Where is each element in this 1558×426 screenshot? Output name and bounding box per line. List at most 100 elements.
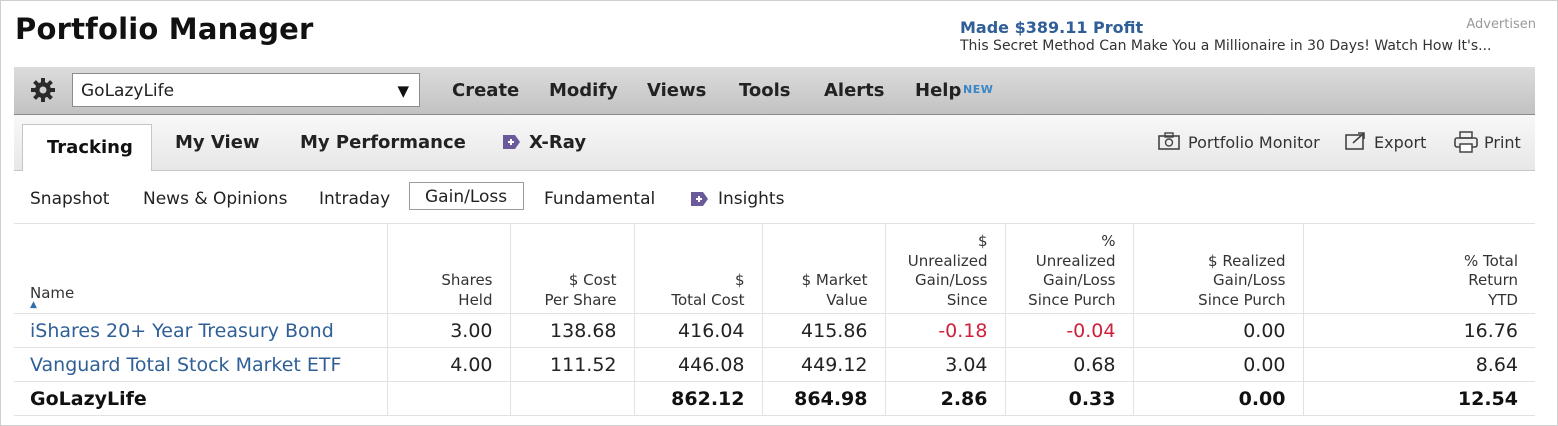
col-header-market-value[interactable]: $ Market Value: [761, 223, 886, 314]
table-cell: 12.54: [1302, 381, 1535, 416]
print-icon: [1454, 131, 1478, 153]
table-cell: 111.52: [509, 347, 635, 382]
table-header-row: Name ▲ Shares Held $ Cost Per Share $ To…: [14, 223, 1535, 314]
col-header-line: Since: [946, 290, 988, 309]
export-link[interactable]: Export: [1374, 133, 1426, 152]
portfolio-monitor-link[interactable]: Portfolio Monitor: [1188, 133, 1320, 152]
menu-alerts[interactable]: Alerts: [824, 80, 885, 101]
table-cell: 0.00: [1132, 347, 1304, 382]
holdings-table: Name ▲ Shares Held $ Cost Per Share $ To…: [14, 223, 1535, 416]
table-cell: 0.68: [1004, 347, 1134, 382]
ad-headline-link[interactable]: Made $389.11 Profit: [960, 18, 1143, 37]
table-cell: 3.04: [884, 347, 1006, 382]
subtab-snapshot[interactable]: Snapshot: [30, 189, 109, 209]
portfolio-select[interactable]: GoLazyLife ▼: [72, 73, 420, 107]
col-header-line: Per Share: [544, 290, 617, 309]
view-subtabs: Snapshot News & Opinions Intraday Gain/L…: [14, 171, 1535, 223]
table-cell: 0.00: [1132, 313, 1304, 348]
col-header-line: %: [1101, 232, 1116, 250]
gear-icon[interactable]: [30, 77, 56, 103]
table-total-row: GoLazyLife 862.12 864.98 2.86 0.33 0.00 …: [14, 381, 1535, 416]
table-cell: 16.76: [1302, 313, 1535, 348]
table-cell: 0.00: [1132, 381, 1304, 416]
print-link[interactable]: Print: [1484, 133, 1521, 152]
export-icon: [1345, 132, 1365, 150]
tab-my-view[interactable]: My View: [175, 132, 260, 153]
table-cell: -0.04: [1004, 313, 1134, 348]
table-cell: 2.86: [884, 381, 1006, 416]
col-header-line: Gain/Loss: [1043, 271, 1116, 289]
tab-tracking-label: Tracking: [47, 137, 133, 158]
table-cell: 864.98: [761, 381, 886, 416]
page-title: Portfolio Manager: [15, 12, 314, 46]
table-row: Vanguard Total Stock Market ETF 4.00 111…: [14, 347, 1535, 382]
table-row: iShares 20+ Year Treasury Bond 3.00 138.…: [14, 313, 1535, 348]
col-header-line: Gain/Loss: [915, 271, 988, 289]
subtab-fundamental[interactable]: Fundamental: [544, 189, 655, 209]
col-header-line: $ Cost: [568, 271, 617, 289]
col-header-line: Since Purch: [1028, 290, 1116, 309]
table-cell: 138.68: [509, 313, 635, 348]
menu-bar: GoLazyLife ▼ Create Modify Views Tools A…: [14, 67, 1535, 115]
menu-views[interactable]: Views: [647, 80, 706, 101]
col-header-cost-per-share[interactable]: $ Cost Per Share: [509, 223, 635, 314]
col-header-line: $: [734, 271, 745, 289]
table-cell: 8.64: [1302, 347, 1535, 382]
menu-tools[interactable]: Tools: [739, 80, 791, 101]
ad-label: Advertisen: [1466, 17, 1536, 32]
subtab-intraday[interactable]: Intraday: [319, 189, 390, 209]
subtab-insights[interactable]: Insights: [718, 189, 784, 209]
table-cell: [509, 381, 635, 416]
col-header-unrealized-gain-dollar[interactable]: $ Unrealized Gain/Loss Since: [884, 223, 1006, 314]
xray-icon: [503, 135, 520, 149]
total-label: GoLazyLife: [14, 381, 388, 416]
tab-xray[interactable]: X-Ray: [529, 132, 586, 153]
col-header-line: Total Cost: [671, 290, 745, 309]
subtab-gain-loss[interactable]: Gain/Loss: [409, 182, 524, 210]
table-cell: 446.08: [633, 347, 763, 382]
col-header-line: Held: [458, 290, 493, 309]
ad-body-text[interactable]: This Secret Method Can Make You a Millio…: [960, 38, 1492, 54]
portfolio-monitor-icon: [1158, 132, 1180, 150]
col-header-line: Value: [826, 290, 868, 309]
col-header-total-return-ytd[interactable]: % Total Return YTD: [1302, 223, 1535, 314]
portfolio-select-value: GoLazyLife: [81, 81, 175, 101]
col-header-line: Return: [1468, 271, 1518, 289]
holding-name-link[interactable]: iShares 20+ Year Treasury Bond: [14, 313, 388, 348]
sort-ascending-icon: ▲: [30, 300, 37, 310]
holding-name-link[interactable]: Vanguard Total Stock Market ETF: [14, 347, 388, 382]
insights-icon: [691, 192, 708, 206]
col-header-line: Unrealized: [1035, 251, 1116, 270]
table-cell: 415.86: [761, 313, 886, 348]
col-header-line: $: [977, 232, 988, 250]
subtab-gain-loss-label: Gain/Loss: [425, 187, 508, 207]
tab-my-performance[interactable]: My Performance: [300, 132, 466, 153]
col-header-realized-gain[interactable]: $ Realized Gain/Loss Since Purch: [1132, 223, 1304, 314]
menu-create[interactable]: Create: [452, 80, 519, 101]
menu-modify[interactable]: Modify: [549, 80, 618, 101]
col-header-line: $ Market: [801, 271, 868, 289]
col-header-line: Gain/Loss: [1213, 271, 1286, 289]
tab-bar: Tracking My View My Performance X-Ray Po…: [14, 115, 1535, 171]
col-header-shares-held[interactable]: Shares Held: [386, 223, 511, 314]
table-cell: 3.00: [386, 313, 511, 348]
dropdown-arrow-icon: ▼: [397, 82, 409, 100]
table-cell: 449.12: [761, 347, 886, 382]
table-cell: -0.18: [884, 313, 1006, 348]
table-cell: 4.00: [386, 347, 511, 382]
col-header-line: YTD: [1488, 290, 1518, 309]
menu-help[interactable]: Help: [915, 80, 961, 101]
col-header-line: $ Realized: [1208, 251, 1286, 270]
col-header-line: Unrealized: [907, 251, 988, 270]
col-header-total-cost[interactable]: $ Total Cost: [633, 223, 763, 314]
tab-tracking[interactable]: Tracking: [22, 124, 152, 171]
table-cell: 416.04: [633, 313, 763, 348]
table-cell: 0.33: [1004, 381, 1134, 416]
new-badge: NEW: [963, 83, 994, 96]
col-header-name[interactable]: Name ▲: [14, 223, 388, 314]
subtab-news-opinions[interactable]: News & Opinions: [143, 189, 287, 209]
table-cell: [386, 381, 511, 416]
col-header-unrealized-gain-percent[interactable]: % Unrealized Gain/Loss Since Purch: [1004, 223, 1134, 314]
col-header-line: Since Purch: [1198, 290, 1286, 309]
col-header-line: % Total: [1463, 251, 1518, 270]
